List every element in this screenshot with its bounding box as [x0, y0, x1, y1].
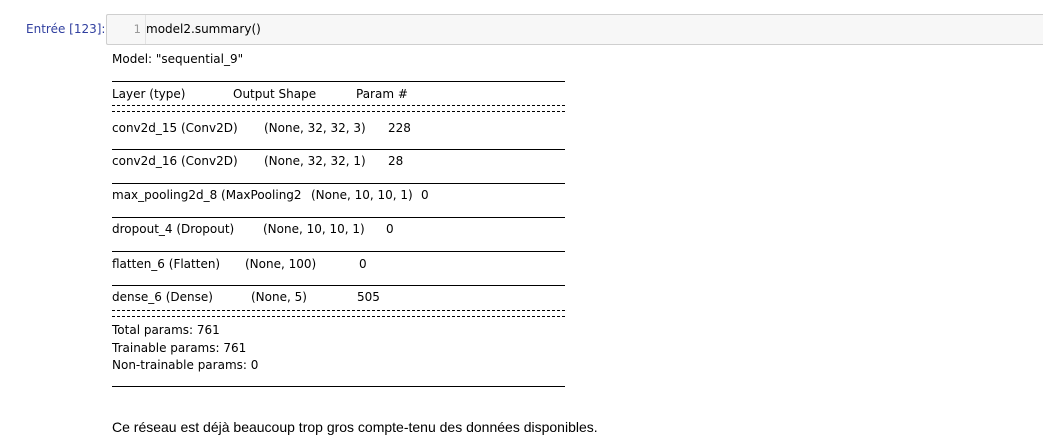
header-output-shape: Output Shape	[233, 87, 317, 101]
rule-double-header	[112, 105, 565, 112]
header-layer: Layer (type)	[112, 87, 186, 101]
row-1-shape: (None, 32, 32, 3)	[264, 121, 366, 135]
row-4-params: 0	[386, 222, 394, 236]
rule-double-footer	[112, 310, 565, 317]
header-param: Param #	[356, 87, 408, 101]
rule-bottom	[112, 386, 565, 387]
row-4-layer: dropout_4 (Dropout)	[112, 222, 235, 236]
total-params: Total params: 761	[112, 323, 220, 337]
row-6-layer: dense_6 (Dense)	[112, 290, 213, 304]
row-separator	[112, 183, 565, 184]
markdown-text: Ce réseau est déjà beaucoup trop gros co…	[112, 419, 598, 435]
code-line[interactable]: model2.summary()	[146, 15, 261, 44]
row-6-shape: (None, 5)	[251, 290, 307, 304]
line-number: 1	[133, 22, 141, 36]
row-5-shape: (None, 100)	[245, 257, 317, 271]
row-separator	[112, 149, 565, 150]
row-1-params: 228	[388, 121, 411, 135]
row-3-layer: max_pooling2d_8 (MaxPooling2	[112, 188, 302, 202]
rule-top	[112, 81, 565, 82]
cell-prompt: Entrée [123]:	[26, 22, 106, 36]
row-6-params: 505	[357, 290, 380, 304]
code-input-area[interactable]: 1 model2.summary()	[106, 14, 1043, 45]
row-4-shape: (None, 10, 10, 1)	[263, 222, 365, 236]
row-5-layer: flatten_6 (Flatten)	[112, 257, 221, 271]
row-2-params: 28	[388, 154, 404, 168]
row-separator	[112, 217, 565, 218]
trainable-params: Trainable params: 761	[112, 341, 247, 355]
row-3-shape: (None, 10, 10, 1)	[311, 188, 413, 202]
row-1-layer: conv2d_15 (Conv2D)	[112, 121, 238, 135]
model-name-line: Model: "sequential_9"	[112, 52, 244, 66]
row-2-shape: (None, 32, 32, 1)	[264, 154, 366, 168]
non-trainable-params: Non-trainable params: 0	[112, 358, 259, 372]
row-5-params: 0	[359, 257, 367, 271]
row-separator	[112, 285, 565, 286]
row-3-params: 0	[421, 188, 429, 202]
row-separator	[112, 251, 565, 252]
row-2-layer: conv2d_16 (Conv2D)	[112, 154, 238, 168]
